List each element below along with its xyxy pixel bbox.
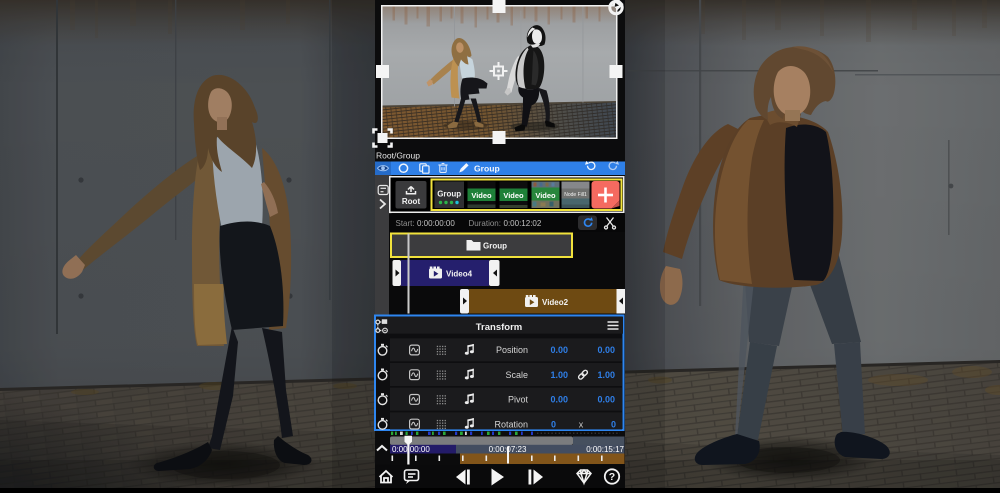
svg-text:0:00:00:00: 0:00:00:00 [417,219,455,228]
svg-text:Root: Root [402,197,421,206]
svg-text:Video: Video [503,191,524,200]
svg-text:0.00: 0.00 [550,395,568,405]
svg-text:0:00:15:17: 0:00:15:17 [586,445,624,454]
svg-text:0.00: 0.00 [550,345,568,355]
svg-text:Rotation: Rotation [494,419,528,429]
svg-text:Scale: Scale [505,370,528,380]
svg-text:x: x [579,419,584,429]
svg-text:0: 0 [611,419,616,429]
svg-text:0:00:00:00: 0:00:00:00 [392,445,430,454]
svg-text:0: 0 [551,419,556,429]
svg-text:0:00:07:23: 0:00:07:23 [489,445,527,454]
svg-text:Video: Video [471,191,492,200]
svg-text:Position: Position [496,345,528,355]
svg-text:Duration:: Duration: [469,219,501,228]
svg-text:Transform: Transform [476,322,522,333]
svg-text:1.00: 1.00 [597,370,615,380]
svg-text:Node Fill1: Node Fill1 [564,192,587,198]
svg-text:Group: Group [474,163,500,173]
svg-text:Group: Group [483,242,507,251]
svg-text:Video4: Video4 [446,270,473,279]
svg-text:0:00:12:02: 0:00:12:02 [504,219,542,228]
svg-text:1.00: 1.00 [550,370,568,380]
svg-text:0.00: 0.00 [597,395,615,405]
svg-text:?: ? [609,471,615,483]
svg-text:Pivot: Pivot [508,395,529,405]
svg-text:0.00: 0.00 [597,345,615,355]
svg-text:Root/Group: Root/Group [376,151,420,161]
svg-text:Video: Video [535,191,556,200]
svg-text:Group: Group [437,190,461,199]
svg-text:Video2: Video2 [542,298,569,307]
svg-text:Start:: Start: [396,219,415,228]
